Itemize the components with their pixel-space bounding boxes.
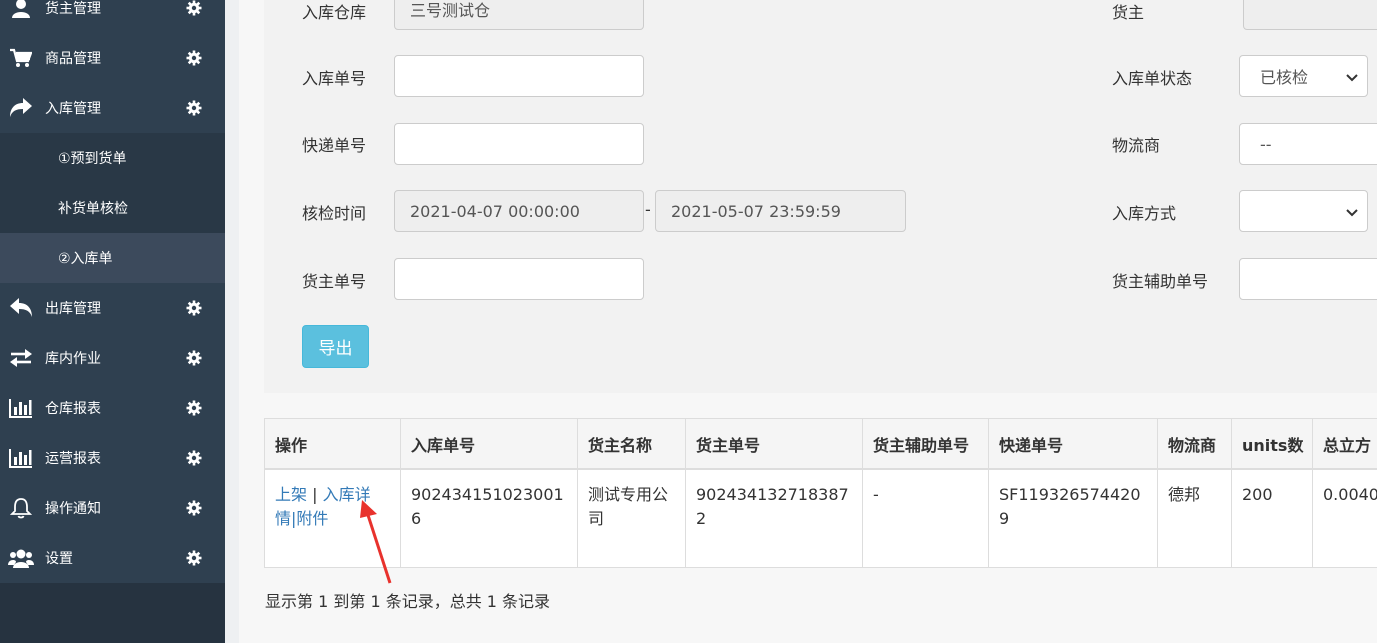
sidebar-item-owner-management[interactable]: 货主管理 (0, 0, 225, 33)
column-header[interactable]: 货主单号 (686, 419, 863, 470)
sidebar-item-settings[interactable]: 设置 (0, 533, 225, 583)
users-icon (8, 546, 34, 570)
express-no-input[interactable] (394, 123, 644, 165)
attachment-link[interactable]: 附件 (296, 509, 328, 528)
warehouse-value: 三号测试仓 (410, 1, 491, 20)
status-value: 已核检 (1260, 68, 1309, 87)
sidebar-item-label: 入库管理 (45, 101, 101, 117)
sidebar-subitem-inbound-order[interactable]: ②入库单 (0, 233, 225, 283)
sidebar: 货主管理 商品管理 入库管理 ①预到货单 补货单核检 ②入库单 出库管理 库内作… (0, 0, 225, 643)
bar-chart-icon (8, 446, 34, 470)
owner-label: 货主 (1112, 3, 1145, 22)
reply-arrow-icon (8, 296, 34, 320)
inbound-method-label: 入库方式 (1112, 204, 1177, 223)
table-cell-actions: 上架 | 入库详情|附件 (265, 470, 401, 567)
table-cell: 9024341327183872 (686, 470, 863, 567)
owner-select[interactable] (1243, 0, 1377, 30)
inbound-table: 操作 入库单号 货主名称 货主单号 货主辅助单号 快递单号 物流商 units数… (264, 418, 1377, 568)
sidebar-item-label: 货主管理 (45, 1, 101, 17)
status-label: 入库单状态 (1112, 69, 1193, 88)
gear-icon (185, 0, 203, 17)
owner-order-label: 货主单号 (302, 272, 367, 291)
status-select[interactable]: 已核检 (1239, 55, 1368, 97)
sidebar-item-label: 出库管理 (45, 301, 101, 317)
gear-icon (185, 549, 203, 567)
column-header[interactable]: 货主名称 (578, 419, 686, 470)
user-icon (8, 0, 34, 20)
sidebar-item-operation-reports[interactable]: 运营报表 (0, 433, 225, 483)
gear-icon (185, 499, 203, 517)
column-header[interactable]: 总立方 (1313, 419, 1377, 470)
check-time-label: 核检时间 (302, 204, 367, 223)
inbound-method-select[interactable] (1239, 190, 1368, 232)
sidebar-footer (0, 583, 225, 643)
sidebar-subitem-label: 补货单核检 (58, 201, 128, 217)
chevron-down-icon (1345, 69, 1359, 83)
owner-aux-label: 货主辅助单号 (1112, 272, 1209, 291)
order-no-input[interactable] (394, 55, 644, 97)
layout-divider (225, 0, 239, 643)
bell-icon (8, 496, 34, 520)
sidebar-item-warehouse-operations[interactable]: 库内作业 (0, 333, 225, 383)
table-cell: 德邦 (1158, 470, 1232, 567)
table-cell: SF1193265744209 (989, 470, 1158, 567)
gear-icon (185, 49, 203, 67)
table-cell: 0.0040 (1323, 485, 1377, 504)
pagination-info: 显示第 1 到第 1 条记录，总共 1 条记录 (265, 592, 551, 611)
sidebar-item-label: 运营报表 (45, 451, 101, 467)
action-separator: | (307, 485, 323, 504)
table-cell: 测试专用公司 (578, 470, 686, 567)
column-header[interactable]: 入库单号 (401, 419, 578, 470)
date-range-separator: - (645, 200, 651, 219)
sidebar-item-product-management[interactable]: 商品管理 (0, 33, 225, 83)
column-header[interactable]: units数 (1232, 419, 1313, 470)
bar-chart-icon (8, 396, 34, 420)
sidebar-item-label: 设置 (45, 551, 73, 567)
sidebar-item-inbound-management[interactable]: 入库管理 (0, 83, 225, 133)
check-time-start-input[interactable]: 2021-04-07 00:00:00 (394, 190, 644, 232)
sidebar-subitem-prearrival[interactable]: ①预到货单 (0, 133, 225, 183)
column-header[interactable]: 物流商 (1158, 419, 1232, 470)
column-header[interactable]: 操作 (265, 419, 401, 470)
warehouse-label: 入库仓库 (302, 3, 367, 22)
gear-icon (185, 349, 203, 367)
sidebar-item-operation-notice[interactable]: 操作通知 (0, 483, 225, 533)
table-cell: 200 (1232, 470, 1313, 567)
column-header[interactable]: 货主辅助单号 (863, 419, 989, 470)
check-time-start-value: 2021-04-07 00:00:00 (410, 201, 580, 221)
warehouse-field[interactable]: 三号测试仓 (394, 0, 644, 30)
column-header[interactable]: 快递单号 (989, 419, 1158, 470)
express-no-label: 快递单号 (302, 136, 367, 155)
owner-aux-input[interactable] (1239, 258, 1377, 300)
order-no-label: 入库单号 (302, 69, 367, 88)
sidebar-item-warehouse-reports[interactable]: 仓库报表 (0, 383, 225, 433)
logistics-value: -- (1260, 134, 1272, 154)
check-time-end-input[interactable]: 2021-05-07 23:59:59 (655, 190, 906, 232)
sidebar-item-label: 操作通知 (45, 501, 101, 517)
exchange-icon (8, 346, 34, 370)
owner-order-input[interactable] (394, 258, 644, 300)
table-cell: 9024341510230016 (401, 470, 578, 567)
logistics-label: 物流商 (1112, 136, 1161, 155)
sidebar-item-outbound-management[interactable]: 出库管理 (0, 283, 225, 333)
logistics-select[interactable]: -- (1239, 123, 1377, 165)
sidebar-subitem-label: ①预到货单 (58, 151, 127, 167)
sidebar-item-label: 库内作业 (45, 351, 101, 367)
sidebar-item-label: 仓库报表 (45, 401, 101, 417)
gear-icon (185, 399, 203, 417)
check-time-end-value: 2021-05-07 23:59:59 (671, 201, 841, 221)
export-button[interactable]: 导出 (302, 325, 369, 368)
gear-icon (185, 99, 203, 117)
gear-icon (185, 449, 203, 467)
shelve-link[interactable]: 上架 (275, 485, 307, 504)
share-arrow-icon (8, 96, 34, 120)
table-cell: - (863, 470, 989, 567)
sidebar-subitem-replenish-check[interactable]: 补货单核检 (0, 183, 225, 233)
chevron-down-icon (1345, 204, 1359, 218)
sidebar-subitem-label: ②入库单 (58, 251, 113, 267)
gear-icon (185, 299, 203, 317)
cart-icon (8, 46, 34, 70)
sidebar-item-label: 商品管理 (45, 51, 101, 67)
